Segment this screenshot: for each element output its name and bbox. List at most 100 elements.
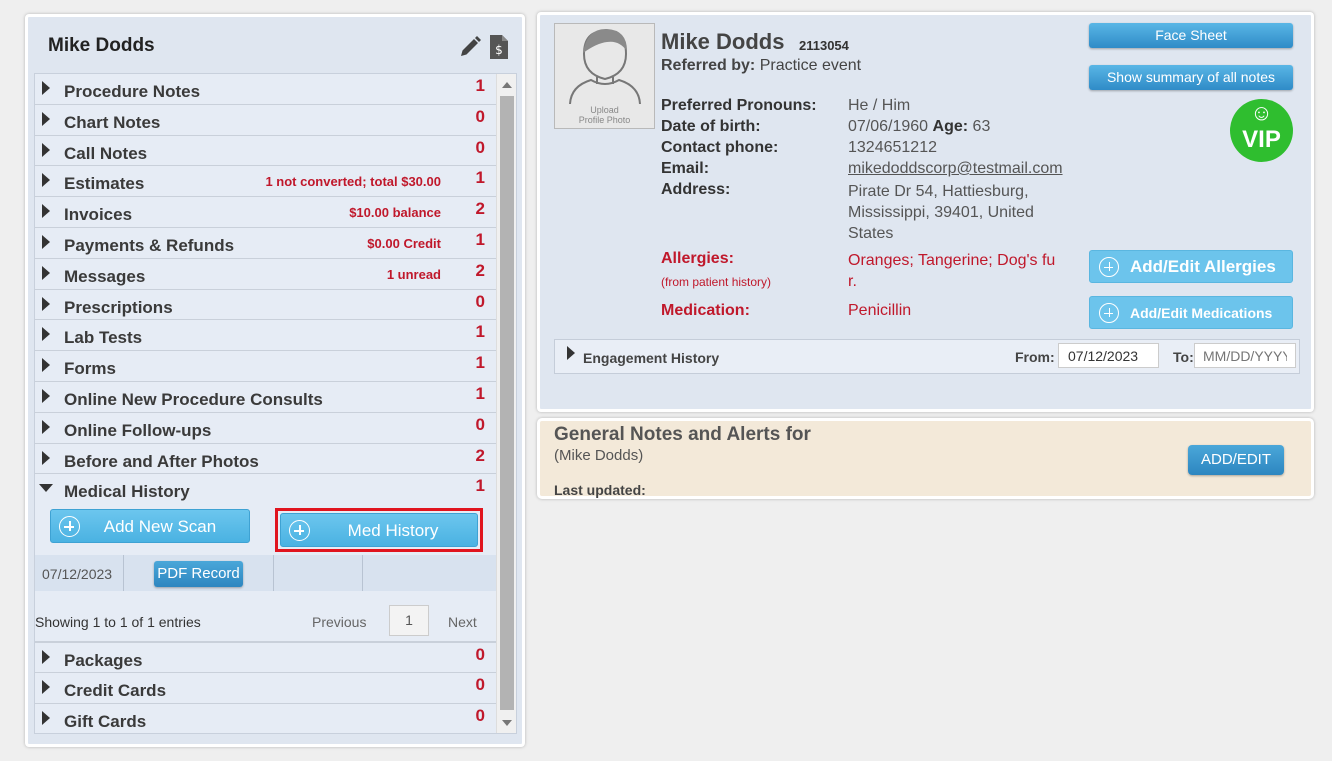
scroll-down-arrow-icon[interactable]	[502, 720, 512, 726]
add-edit-allergies-button[interactable]: Add/Edit Allergies	[1089, 250, 1293, 283]
expand-triangle-icon[interactable]	[567, 346, 575, 360]
section-row-packages[interactable]: Packages 0	[35, 642, 497, 673]
upload-photo-caption: Upload Profile Photo	[555, 105, 654, 125]
section-label: Invoices	[64, 205, 133, 225]
referred-by-label: Referred by:	[661, 57, 756, 74]
section-row-forms[interactable]: Forms 1	[35, 351, 497, 382]
pronouns-value: He / Him	[848, 97, 911, 114]
show-summary-button[interactable]: Show summary of all notes	[1089, 65, 1293, 90]
section-label: Lab Tests	[64, 328, 143, 348]
phone-label: Contact phone:	[661, 139, 779, 156]
section-label: Messages	[64, 266, 146, 286]
section-count: 1	[475, 353, 485, 373]
vip-badge: ☺ VIP	[1230, 99, 1293, 162]
med-history-label: Med History	[347, 521, 439, 541]
section-label: Credit Cards	[64, 680, 167, 700]
section-row-online-consults[interactable]: Online New Procedure Consults 1	[35, 381, 497, 413]
expand-triangle-icon	[42, 111, 50, 126]
pdf-record-button[interactable]: PDF Record	[154, 561, 243, 588]
patient-sections-panel: Mike Dodds $ Procedure Notes 1 Chart Not…	[25, 14, 525, 747]
allergies-source: (from patient history)	[661, 275, 772, 289]
engagement-history-row: Engagement History From: To:	[554, 339, 1300, 374]
medication-label: Medication:	[661, 302, 750, 319]
plus-circle-icon	[1099, 257, 1119, 277]
expand-triangle-icon	[42, 173, 50, 188]
to-date-input[interactable]	[1194, 343, 1296, 368]
from-label: From:	[1015, 349, 1055, 365]
section-count: 0	[475, 645, 485, 665]
dob-age: 07/06/1960 Age: 63	[848, 118, 990, 136]
address-line: States	[848, 225, 894, 242]
section-label: Before and After Photos	[64, 451, 259, 471]
collapse-triangle-icon	[39, 484, 53, 493]
section-row-lab-tests[interactable]: Lab Tests 1	[35, 320, 497, 352]
expand-triangle-icon	[42, 327, 50, 342]
section-count: 0	[475, 674, 485, 694]
medication-value: Penicillin	[848, 302, 912, 319]
expand-triangle-icon	[42, 388, 50, 403]
section-count: 0	[475, 414, 485, 434]
invoice-document-icon[interactable]: $	[488, 34, 510, 65]
from-date-input[interactable]	[1058, 343, 1159, 368]
add-edit-notes-button[interactable]: ADD/EDIT	[1188, 445, 1284, 475]
address-value: Pirate Dr 54, Hattiesburg, Mississippi, …	[848, 181, 1034, 244]
allergies-value: Oranges; Tangerine; Dog's fu r.	[848, 250, 1055, 292]
record-date: 07/12/2023	[42, 566, 113, 583]
section-count: 2	[475, 199, 485, 219]
allergies-line: Oranges; Tangerine; Dog's fu	[848, 252, 1056, 269]
engagement-history-title[interactable]: Engagement History	[583, 350, 719, 366]
expand-triangle-icon	[42, 265, 50, 280]
upload-caption-line: Profile Photo	[578, 115, 631, 125]
section-count: 1	[475, 383, 485, 403]
scroll-up-arrow-icon[interactable]	[502, 82, 512, 88]
section-count: 2	[475, 445, 485, 465]
section-row-credit-cards[interactable]: Credit Cards 0	[35, 672, 497, 704]
pronouns-label: Preferred Pronouns:	[661, 97, 817, 114]
expand-triangle-icon	[42, 450, 50, 465]
section-row-messages[interactable]: Messages 1 unread 2	[35, 258, 497, 290]
section-row-invoices[interactable]: Invoices $10.00 balance 2	[35, 197, 497, 228]
referred-by: Referred by: Practice event	[661, 57, 861, 75]
add-new-scan-button[interactable]: Add New Scan	[50, 509, 250, 544]
upload-profile-photo[interactable]: Upload Profile Photo	[554, 23, 655, 129]
add-edit-medications-button[interactable]: Add/Edit Medications	[1089, 296, 1293, 329]
section-row-payments-refunds[interactable]: Payments & Refunds $0.00 Credit 1	[35, 227, 497, 259]
vertical-scrollbar[interactable]	[496, 74, 516, 733]
section-label: Medical History	[64, 482, 190, 502]
scrollbar-thumb[interactable]	[500, 96, 514, 710]
section-label: Chart Notes	[64, 112, 161, 132]
svg-text:$: $	[495, 43, 503, 57]
section-count: 2	[475, 260, 485, 280]
expand-triangle-icon	[42, 358, 50, 373]
section-row-call-notes[interactable]: Call Notes 0	[35, 135, 497, 167]
previous-page-button[interactable]: Previous	[312, 614, 366, 630]
age-value: 63	[972, 118, 991, 135]
section-count: 0	[475, 137, 485, 157]
email-label: Email:	[661, 160, 710, 177]
section-row-medical-history[interactable]: Medical History 1	[35, 474, 497, 506]
section-row-before-after-photos[interactable]: Before and After Photos 2	[35, 443, 497, 475]
section-row-prescriptions[interactable]: Prescriptions 0	[35, 289, 497, 321]
email-wrap: mikedoddscorp@testmail.com	[848, 160, 1063, 178]
page-number-button[interactable]: 1	[389, 605, 429, 637]
column-divider	[273, 555, 274, 592]
section-row-online-follow-ups[interactable]: Online Follow-ups 0	[35, 412, 497, 444]
section-label: Payments & Refunds	[64, 235, 235, 255]
med-history-button[interactable]: Med History	[280, 513, 478, 548]
section-note: $0.00 Credit	[367, 235, 441, 251]
expand-triangle-icon	[42, 296, 50, 311]
expand-triangle-icon	[42, 650, 50, 665]
pencil-icon[interactable]	[458, 35, 482, 64]
face-sheet-button[interactable]: Face Sheet	[1089, 23, 1293, 48]
section-row-procedure-notes[interactable]: Procedure Notes 1	[35, 74, 497, 105]
section-row-gift-cards[interactable]: Gift Cards 0	[35, 703, 497, 733]
section-row-chart-notes[interactable]: Chart Notes 0	[35, 104, 497, 136]
section-row-estimates[interactable]: Estimates 1 not converted; total $30.00 …	[35, 166, 497, 198]
address-label: Address:	[661, 181, 731, 198]
email-link[interactable]: mikedoddscorp@testmail.com	[848, 160, 1063, 177]
vip-label: VIP	[1242, 126, 1281, 153]
section-count: 0	[475, 106, 485, 126]
sections-list: Procedure Notes 1 Chart Notes 0 Call Not…	[34, 73, 517, 734]
next-page-button[interactable]: Next	[448, 614, 477, 630]
expand-triangle-icon	[42, 81, 50, 95]
